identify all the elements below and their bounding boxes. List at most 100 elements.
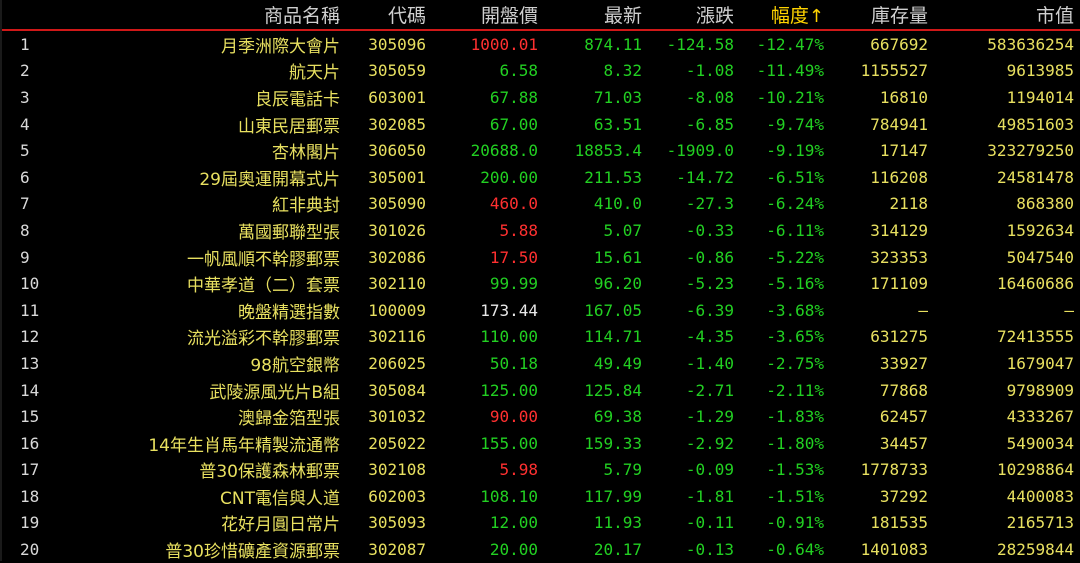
open-price: 90.00 [489,407,538,427]
price-change: -8.08 [685,87,734,107]
product-name: 普30保護森林郵票 [199,462,340,483]
header-change[interactable]: 漲跌 [652,0,744,31]
product-code: 301032 [368,407,426,427]
product-name: 航天片 [289,63,340,84]
change-percent: -5.22% [766,247,824,267]
row-index: 17 [20,460,40,480]
table-row[interactable]: 4 山東民居郵票 302085 67.00 63.51 -6.85 -9.74% 784941… [2,111,1080,138]
table-row[interactable]: 14 武陵源風光片B組 305084 125.00 125.84 -2.71 -2.11% 7… [2,377,1080,404]
product-name: 14年生肖馬年精製流通幣 [148,435,340,456]
market-cap: 1592634 [1006,220,1074,240]
open-price: 99.99 [489,274,538,294]
product-name: 紅非典封 [272,196,340,217]
stock-quantity: 784941 [870,114,928,134]
market-cap: 24581478 [996,167,1074,187]
stock-quantity: 33927 [879,353,928,373]
header-open[interactable]: 開盤價 [432,0,548,31]
table-row[interactable]: 6 29屆奧運開幕式片 305001 200.00 211.53 -14.72 -6.51%… [2,164,1080,191]
last-price: 159.33 [584,433,642,453]
header-pct[interactable]: 幅度↑ [744,0,834,31]
product-name: 萬國郵聯型張 [238,222,340,243]
last-price: 5.07 [603,220,642,240]
quote-rows: 1 月季洲際大會片 305096 1000.01 874.11 -124.58 -12.47… [2,30,1080,563]
table-row[interactable]: 12 流光溢彩不幹膠郵票 302116 110.00 114.71 -4.35 -3.65%… [2,324,1080,351]
header-code[interactable]: 代碼 [348,0,432,31]
price-change: -0.86 [685,247,734,267]
row-index: 6 [20,167,30,187]
stock-quantity: 1778733 [860,460,928,480]
change-percent: -1.53% [766,460,824,480]
stock-quantity: 667692 [870,34,928,54]
table-row[interactable]: 3 良辰電話卡 603001 67.88 71.03 -8.08 -10.21% 16810 1… [2,84,1080,111]
product-code: 302086 [368,247,426,267]
open-price: 67.00 [489,114,538,134]
market-cap: — [1064,300,1074,320]
table-row[interactable]: 15 澳歸金箔型張 301032 90.00 69.38 -1.29 -1.83% 62457… [2,403,1080,430]
product-code: 301026 [368,220,426,240]
price-change: -5.23 [685,274,734,294]
header-name[interactable]: 商品名稱 [60,0,348,31]
row-index: 20 [20,540,40,560]
stock-quantity: 181535 [870,513,928,533]
product-name: 晚盤精選指數 [238,302,340,323]
change-percent: -6.11% [766,220,824,240]
last-price: 49.49 [593,353,642,373]
product-code: 305096 [368,34,426,54]
open-price: 6.58 [499,61,538,81]
product-name: 山東民居郵票 [238,116,340,137]
row-index: 11 [20,300,40,320]
change-percent: -11.49% [756,61,824,81]
change-percent: -2.75% [766,353,824,373]
header-cap[interactable]: 市值 [932,0,1080,31]
table-row[interactable]: 1 月季洲際大會片 305096 1000.01 874.11 -124.58 -12.47… [2,30,1080,58]
header-pct-label: 幅度 [770,5,809,27]
change-percent: -6.24% [766,194,824,214]
table-row[interactable]: 20 普30珍惜礦產資源郵票 302087 20.00 20.17 -0.13 -0.64%… [2,536,1080,563]
table-row[interactable]: 7 紅非典封 305090 460.0 410.0 -27.3 -6.24% 2118 8683… [2,191,1080,218]
table-row[interactable]: 9 一帆風順不幹膠郵票 302086 17.50 15.61 -0.86 -5.22% 323… [2,244,1080,271]
product-name: 澳歸金箔型張 [238,409,340,430]
header-last[interactable]: 最新 [548,0,652,31]
open-price: 50.18 [489,353,538,373]
table-row[interactable]: 5 杏林閣片 306050 20688.0 18853.4 -1909.0 -9.19% 17… [2,137,1080,164]
product-name: CNT電信與人道 [220,488,340,509]
price-change: -1909.0 [666,141,734,161]
product-code: 206025 [368,353,426,373]
stock-quantity: 2118 [889,194,928,214]
table-row[interactable]: 17 普30保護森林郵票 302108 5.98 5.79 -0.09 -1.53% 1778… [2,457,1080,484]
price-change: -0.11 [685,513,734,533]
stock-quantity: 631275 [870,327,928,347]
price-change: -0.33 [685,220,734,240]
table-row[interactable]: 8 萬國郵聯型張 301026 5.88 5.07 -0.33 -6.11% 314129 15… [2,217,1080,244]
sort-up-arrow-icon: ↑ [808,6,824,27]
product-name: 月季洲際大會片 [221,36,340,57]
table-row[interactable]: 18 CNT電信與人道 602003 108.10 117.99 -1.81 -1.51% 3… [2,483,1080,510]
price-change: -2.92 [685,433,734,453]
row-index: 19 [20,513,40,533]
market-cap: 2165713 [1006,513,1074,533]
price-change: -4.35 [685,327,734,347]
last-price: 410.0 [593,194,642,214]
header-stock[interactable]: 庫存量 [834,0,932,31]
row-index: 10 [20,274,40,294]
row-index: 14 [20,380,40,400]
last-price: 114.71 [584,327,642,347]
market-cap: 583636254 [987,34,1074,54]
price-change: -124.58 [666,34,734,54]
table-row[interactable]: 16 14年生肖馬年精製流通幣 205022 155.00 159.33 -2.92 -1.… [2,430,1080,457]
product-name: 杏林閣片 [272,143,340,164]
price-change: -14.72 [676,167,734,187]
last-price: 125.84 [584,380,642,400]
last-price: 5.79 [603,460,642,480]
open-price: 200.00 [480,167,538,187]
table-row[interactable]: 19 花好月圓日常片 305093 12.00 11.93 -0.11 -0.91% 1815… [2,510,1080,537]
change-percent: -2.11% [766,380,824,400]
product-code: 305090 [368,194,426,214]
table-row[interactable]: 2 航天片 305059 6.58 8.32 -1.08 -11.49% 1155527 961… [2,58,1080,85]
table-row[interactable]: 10 中華孝道（二）套票 302110 99.99 96.20 -5.23 -5.16% 17… [2,270,1080,297]
market-cap: 16460686 [996,274,1074,294]
table-row[interactable]: 13 98航空銀幣 206025 50.18 49.49 -1.40 -2.75% 33927… [2,350,1080,377]
table-row[interactable]: 11 晚盤精選指數 100009 173.44 167.05 -6.39 -3.68% — — [2,297,1080,324]
product-name: 98航空銀幣 [250,355,340,376]
product-code: 302116 [368,327,426,347]
